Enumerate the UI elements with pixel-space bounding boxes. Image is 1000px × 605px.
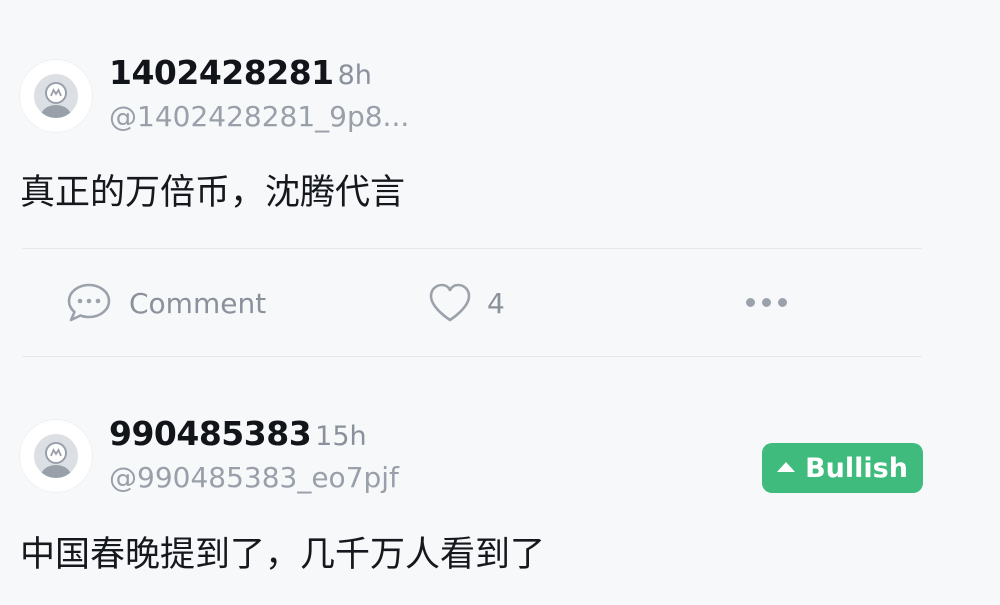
comment-bubble-icon [66,282,112,324]
heart-icon [427,282,473,324]
default-avatar-icon [34,74,78,118]
like-count: 4 [487,286,505,320]
bullish-badge[interactable]: Bullish [762,443,923,493]
avatar[interactable] [20,420,92,492]
post-username[interactable]: 990485383 15h [109,414,367,453]
post-username[interactable]: 1402428281 8h [109,53,372,92]
post-time: 8h [337,60,372,91]
default-avatar-icon [34,434,78,478]
username-text[interactable]: 1402428281 [109,53,334,92]
triangle-up-icon [777,462,796,472]
username-text[interactable]: 990485383 [109,414,312,453]
comment-label: Comment [129,286,267,320]
more-dots-icon [778,298,787,307]
more-button[interactable] [746,298,787,307]
more-dots-icon [746,298,755,307]
comment-button[interactable]: Comment [66,282,266,324]
divider [22,356,922,357]
like-button[interactable]: 4 [427,282,505,324]
avatar[interactable] [20,60,92,132]
post-card: 1402428281 8h @1402428281_9p8... 真正的万倍币，沈… [0,0,1000,360]
post-handle[interactable]: @1402428281_9p8... [109,100,409,133]
more-dots-icon [762,298,771,307]
post-time: 15h [315,421,367,452]
post-content: 真正的万倍币，沈腾代言 [20,173,406,213]
post-feed: 1402428281 8h @1402428281_9p8... 真正的万倍币，沈… [0,0,1000,605]
divider [22,248,922,249]
post-handle[interactable]: @990485383_eo7pjf [109,461,399,494]
post-content: 中国春晚提到了，几千万人看到了 [20,535,546,575]
bullish-label: Bullish [805,452,908,484]
